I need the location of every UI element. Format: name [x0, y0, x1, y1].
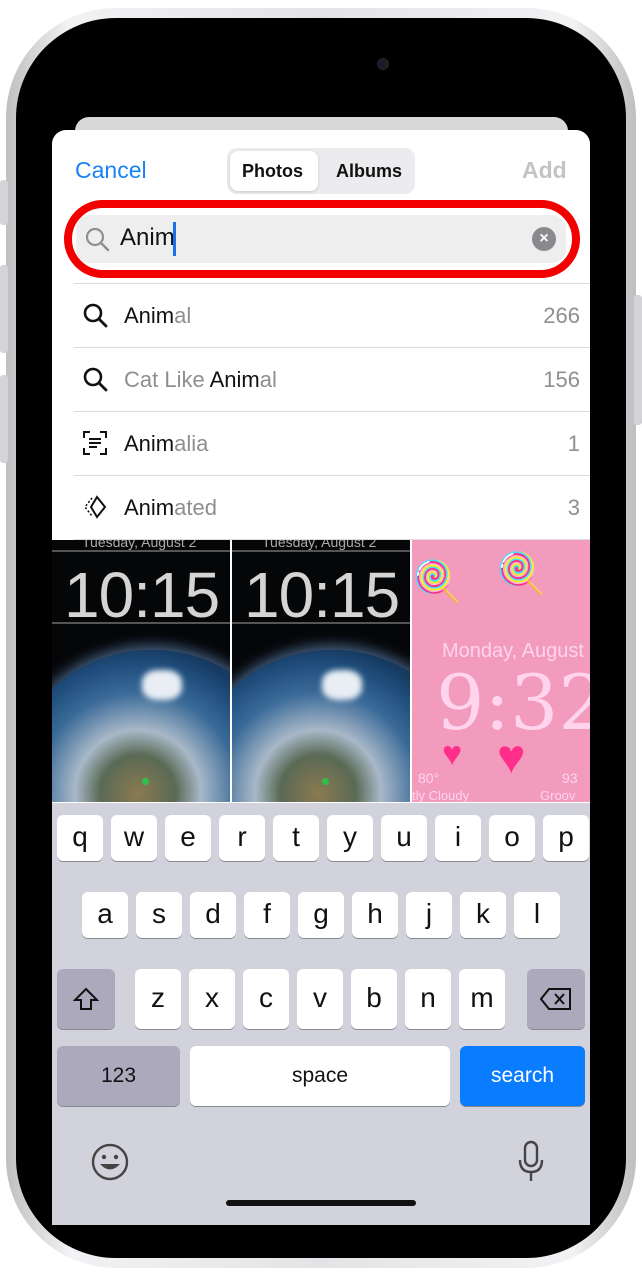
thumb-weather: tly Cloudy	[412, 788, 470, 802]
thumb-extra: Groov	[540, 788, 576, 802]
volume-down-button	[0, 375, 8, 463]
numbers-key[interactable]: 123	[57, 1046, 180, 1106]
backspace-icon	[539, 988, 571, 1010]
key-j[interactable]: j	[406, 892, 452, 938]
photo-thumbnail[interactable]: 🍭 🍭 Monday, August 9:32 ♥ ♥ 80° 93 tly C…	[412, 540, 590, 802]
thumb-time: 10:15	[64, 559, 220, 631]
mute-switch	[0, 180, 8, 225]
thumb-date: Tuesday, August 2	[82, 540, 197, 550]
key-z[interactable]: z	[135, 969, 181, 1029]
key-a[interactable]: a	[82, 892, 128, 938]
key-n[interactable]: n	[405, 969, 451, 1029]
photo-thumbnail[interactable]: Tuesday, August 2 10:15	[232, 540, 410, 802]
key-l[interactable]: l	[514, 892, 560, 938]
space-key[interactable]: space	[190, 1046, 450, 1106]
key-w[interactable]: w	[111, 815, 157, 861]
key-v[interactable]: v	[297, 969, 343, 1029]
key-y[interactable]: y	[327, 815, 373, 861]
volume-up-button	[0, 265, 8, 353]
key-i[interactable]: i	[435, 815, 481, 861]
power-button	[634, 295, 642, 425]
thumb-date: Tuesday, August 2	[262, 540, 377, 550]
home-indicator	[226, 1200, 416, 1206]
key-m[interactable]: m	[459, 969, 505, 1029]
shift-key[interactable]	[57, 969, 115, 1029]
suggestion-count: 1	[567, 431, 580, 456]
search-key[interactable]: search	[460, 1046, 585, 1106]
cancel-button[interactable]: Cancel	[75, 157, 147, 184]
thumb-time: 10:15	[244, 559, 400, 631]
key-q[interactable]: q	[57, 815, 103, 861]
text-scan-icon	[83, 431, 107, 455]
tab-albums[interactable]: Albums	[336, 161, 402, 182]
highlight-ring	[64, 200, 580, 278]
suggestion-count: 156	[543, 367, 580, 392]
key-x[interactable]: x	[189, 969, 235, 1029]
key-c[interactable]: c	[243, 969, 289, 1029]
key-g[interactable]: g	[298, 892, 344, 938]
thumb-temp: 80°	[418, 770, 440, 786]
key-p[interactable]: p	[543, 815, 589, 861]
key-f[interactable]: f	[244, 892, 290, 938]
suggestion-label: Animated	[124, 495, 217, 520]
shift-icon	[72, 987, 100, 1010]
search-icon	[83, 303, 108, 328]
delete-key[interactable]	[527, 969, 585, 1029]
tab-photos-label[interactable]: Photos	[242, 161, 303, 182]
animated-icon	[83, 495, 107, 519]
key-b[interactable]: b	[351, 969, 397, 1029]
key-s[interactable]: s	[136, 892, 182, 938]
key-t[interactable]: t	[273, 815, 319, 861]
search-icon	[83, 367, 108, 392]
add-button[interactable]: Add	[522, 157, 567, 184]
key-k[interactable]: k	[460, 892, 506, 938]
key-d[interactable]: d	[190, 892, 236, 938]
microphone-icon[interactable]	[516, 1140, 546, 1184]
thumb-battery: 93	[562, 770, 578, 786]
camera	[377, 58, 389, 70]
key-h[interactable]: h	[352, 892, 398, 938]
suggestion-label: Animal	[124, 303, 192, 328]
suggestion-count: 3	[567, 495, 580, 520]
suggestion-label: Cat Like Animal	[124, 367, 277, 392]
key-r[interactable]: r	[219, 815, 265, 861]
key-o[interactable]: o	[489, 815, 535, 861]
suggestion-label: Animalia	[124, 431, 209, 456]
key-u[interactable]: u	[381, 815, 427, 861]
key-e[interactable]: e	[165, 815, 211, 861]
photo-thumbnail[interactable]: Tuesday, August 2 10:15	[52, 540, 230, 802]
emoji-icon[interactable]	[90, 1142, 130, 1182]
suggestion-count: 266	[543, 303, 580, 328]
